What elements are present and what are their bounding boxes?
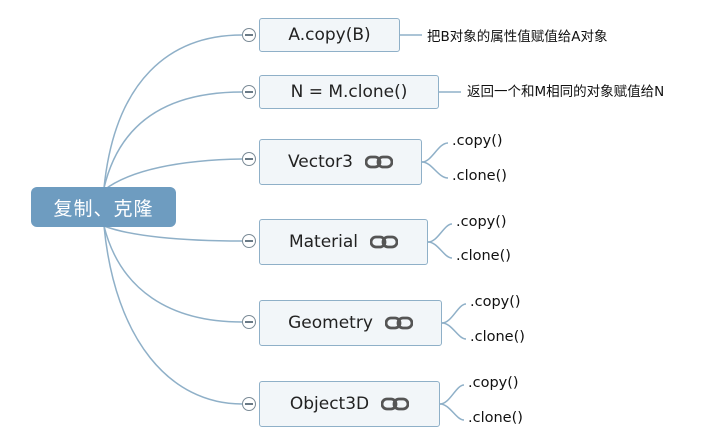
topic-label: Object3D [289,394,370,414]
link-icon[interactable] [365,155,393,169]
connector-root-node-6 [103,225,243,405]
child-clone-method[interactable]: .clone() [468,410,523,426]
collapse-minus-icon[interactable] [242,315,256,329]
connector-geometry-clone [441,322,467,340]
root-topic-label: 复制、克隆 [53,197,154,220]
topic-node-geometry[interactable]: Geometry [259,300,442,346]
collapse-minus-icon[interactable] [242,85,256,99]
topic-label: Material [288,232,359,252]
connector-object3d-clone [439,403,465,421]
link-icon[interactable] [381,397,410,411]
connector-vector3-clone [421,161,449,179]
topic-label: A.copy(B) [288,25,371,45]
root-topic[interactable]: 复制、克隆 [31,187,176,227]
topic-label: Vector3 [288,152,353,172]
topic-note: 返回一个和M相同的对象赋值给N [467,84,665,100]
child-clone-method[interactable]: .clone() [470,329,525,345]
child-copy-method[interactable]: .copy() [452,133,503,149]
link-icon[interactable] [370,235,399,249]
link-icon[interactable] [384,316,413,330]
topic-label: Geometry [288,313,373,333]
topic-node-material[interactable]: Material [259,219,428,265]
child-copy-method[interactable]: .copy() [456,214,507,230]
connector-material-copy [427,223,453,243]
connector-root-node-4 [103,225,243,242]
collapse-minus-icon[interactable] [242,234,256,248]
collapse-minus-icon[interactable] [242,152,256,166]
topic-node-clone[interactable]: N = M.clone() [259,75,439,109]
child-clone-method[interactable]: .clone() [456,248,511,264]
connector-material-clone [427,241,453,259]
connector-vector3-copy [421,142,449,163]
collapse-minus-icon[interactable] [242,397,256,411]
connector-object3d-copy [439,384,465,405]
topic-node-copy[interactable]: A.copy(B) [259,18,400,52]
topic-node-object3d[interactable]: Object3D [259,381,440,427]
topic-note: 把B对象的属性值赋值给A对象 [427,29,608,45]
topic-node-vector3[interactable]: Vector3 [259,139,422,185]
connector-root-node-3 [103,158,243,191]
topic-label: N = M.clone() [290,82,408,102]
child-copy-method[interactable]: .copy() [470,294,521,310]
connector-geometry-copy [441,303,467,324]
child-copy-method[interactable]: .copy() [468,375,519,391]
child-clone-method[interactable]: .clone() [452,168,507,184]
collapse-minus-icon[interactable] [242,28,256,42]
